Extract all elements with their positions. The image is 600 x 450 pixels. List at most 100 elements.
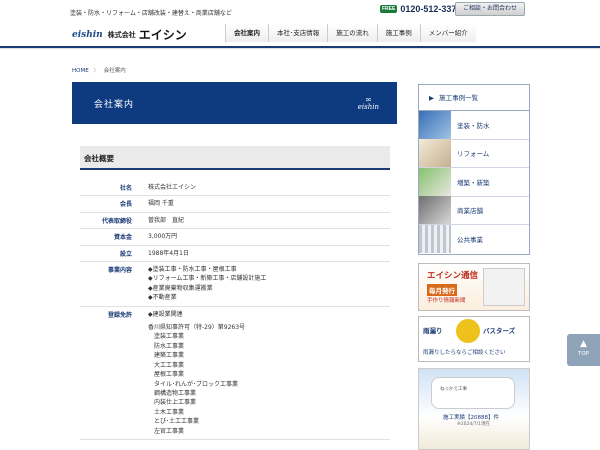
phone-number[interactable]: FREE 0120-512-337 (380, 4, 456, 14)
info-value-line: ◆塗装工事・防水工事・屋根工事 (148, 266, 237, 274)
leak-busters-banner[interactable]: 雨漏り バスターズ 雨漏りしたらならご相談ください (418, 316, 530, 362)
record-badge: ねっかえ工事 (431, 377, 515, 409)
info-value-line: ◆建設業関連 (148, 310, 183, 318)
thumb-reform-image (419, 139, 451, 168)
side-item-label: 増築・新築 (457, 178, 490, 187)
info-row: 事業内容 ◆塗装工事・防水工事・屋根工事 ◆リフォーム工事・新築工事・店舗設計施工 ◆… (80, 262, 390, 307)
page-banner: 会社案内 ∞ eishin (72, 82, 397, 124)
nav-works[interactable]: 施工事例 (376, 24, 420, 42)
side-item-label: リフォーム (457, 150, 490, 159)
side-item-public[interactable]: 公共事業 (419, 225, 529, 254)
info-row: 資本金 3,000万円 (80, 229, 390, 246)
site-logo[interactable]: eishin 株式会社 エイシン (72, 26, 187, 43)
info-value-line: 左官工事業 (148, 427, 185, 435)
thumb-public-image (419, 225, 451, 254)
info-value-line: ◆産業廃棄物収集運搬業 (148, 284, 213, 292)
header-tagline: 塗装・防水・リフォーム・店舗改装・建替え・商業店舗など (70, 10, 232, 17)
side-item-build[interactable]: 増築・新築 (419, 167, 529, 197)
info-value-line: 1988年4月1日 (148, 249, 189, 257)
info-value: ◆建設業関連香川県知事許可（特-29）第9263号 塗装工事業 防水工事業 建築… (140, 307, 390, 439)
info-value-line: 建築工事業 (148, 352, 185, 360)
side-item-reform[interactable]: リフォーム (419, 139, 529, 168)
info-value: 株式会社エイシン (140, 180, 390, 195)
info-label: 事業内容 (107, 267, 132, 275)
info-value-line: 内装仕上工事業 (148, 399, 197, 407)
thumb-painting-image (419, 110, 451, 139)
info-row: 会長 福岡 千重 (80, 196, 390, 213)
info-row: 社名 株式会社エイシン (80, 180, 390, 197)
side-item-label: 商業店舗 (457, 207, 483, 216)
section-title: 会社概要 (84, 154, 114, 163)
side-item-shop[interactable]: 商業店舗 (419, 196, 529, 225)
thumb-build-image (419, 167, 451, 196)
info-label: 登録免許 (107, 311, 132, 319)
thumb-shop-image (419, 196, 451, 225)
side-item-label: 塗装・防水 (457, 121, 490, 130)
info-value-line: 土木工事業 (148, 408, 185, 416)
leak-brand: バスターズ (483, 327, 516, 335)
company-info-table: 社名 株式会社エイシン会長 福岡 千重代表取締役 曽我部 直紀資本金 3,000万円設立… (80, 180, 390, 440)
logo-mark: eishin (72, 29, 103, 40)
info-value-line: 塗装工事業 (148, 333, 185, 341)
section-header: 会社概要 (80, 146, 390, 170)
nav-process[interactable]: 施工の流れ (327, 24, 377, 42)
side-menu-heading[interactable]: ▶ 施工事例一覧 (419, 85, 529, 111)
side-item-painting[interactable]: 塗装・防水 (419, 110, 529, 140)
info-value-line: ◆不動産業 (148, 294, 177, 302)
banner-logo: ∞ eishin (357, 96, 379, 112)
info-label: 社名 (119, 185, 132, 192)
record-badge-text: ねっかえ工事 (440, 387, 467, 392)
global-nav: 会社案内 本社･支店情報 施工の流れ 施工事例 メンバー紹介 (225, 24, 476, 42)
side-menu-heading-label: 施工事例一覧 (439, 94, 479, 102)
info-value: 3,000万円 (140, 229, 390, 244)
logo-corp: 株式会社 (107, 30, 136, 39)
info-value-line: 3,000万円 (148, 233, 178, 241)
side-item-label: 公共事業 (457, 236, 483, 245)
info-row: 代表取締役 曽我部 直紀 (80, 213, 390, 230)
info-label: 資本金 (113, 234, 132, 242)
free-dial-icon: FREE (380, 5, 398, 13)
record-date: ※2024/7/1現在 (457, 422, 490, 427)
newsletter-banner[interactable]: エイシン通信 毎月発行 手作り情報新聞 (418, 263, 530, 311)
info-value-line: 鋼構造物工事業 (148, 389, 197, 397)
arrow-right-icon: ▶ (429, 94, 434, 102)
info-value-line: 福岡 千重 (148, 200, 174, 208)
nav-members[interactable]: メンバー紹介 (419, 24, 476, 42)
info-value: 福岡 千重 (140, 196, 390, 211)
newsletter-sub: 毎月発行 (427, 284, 457, 296)
info-value-line: とび･土工工事業 (148, 418, 200, 426)
info-value-line: 香川県知事許可（特-29）第9263号 (148, 324, 246, 332)
page-top-button[interactable]: ▲ TOP (567, 334, 600, 366)
info-row: 登録免許 ◆建設業関連香川県知事許可（特-29）第9263号 塗装工事業 防水工事… (80, 307, 390, 440)
info-value-line: 大工工事業 (148, 361, 185, 369)
info-value-line: 防水工事業 (148, 342, 185, 350)
breadcrumb: HOME 〉 会社案内 (72, 66, 126, 74)
banner-logo-text: eishin (357, 103, 379, 111)
newsletter-title: エイシン通信 (427, 271, 479, 281)
contact-button[interactable]: ご相談・お問合わせ (455, 2, 525, 16)
nav-offices[interactable]: 本社･支店情報 (268, 24, 328, 42)
track-record-banner[interactable]: ねっかえ工事 施工実績【20888】件 ※2024/7/1現在 (418, 368, 530, 450)
header-divider-shadow (0, 48, 600, 49)
page-top-label: TOP (577, 351, 589, 357)
info-value-line: ◆リフォーム工事・新築工事・店舗設計施工 (148, 275, 267, 283)
info-value-line: 曽我部 直紀 (148, 216, 185, 224)
newsletter-note: 手作り情報新聞 (427, 298, 466, 304)
works-side-menu: ▶ 施工事例一覧 塗装・防水 リフォーム 増築・新築 商業店舗 公共事業 (418, 84, 530, 255)
breadcrumb-home[interactable]: HOME (72, 68, 89, 74)
page-title: 会社案内 (94, 100, 135, 110)
logo-name: エイシン (138, 28, 187, 42)
info-label: 設立 (119, 250, 132, 258)
arrow-up-icon: ▲ (580, 339, 587, 349)
phone-text: 0120-512-337 (400, 4, 457, 14)
info-value: 1988年4月1日 (140, 246, 390, 261)
info-value-line: 屋根工事業 (148, 371, 185, 379)
leak-note: 雨漏りしたらならご相談ください (423, 350, 506, 356)
nav-company[interactable]: 会社案内 (225, 24, 268, 42)
info-value: ◆塗装工事・防水工事・屋根工事 ◆リフォーム工事・新築工事・店舗設計施工 ◆産業廃棄… (140, 262, 390, 306)
newspaper-icon (483, 268, 525, 306)
leak-title: 雨漏り (423, 327, 443, 335)
info-value-line: 株式会社エイシン (148, 184, 197, 191)
info-label: 会長 (119, 201, 132, 209)
mascot-icon (456, 319, 480, 343)
